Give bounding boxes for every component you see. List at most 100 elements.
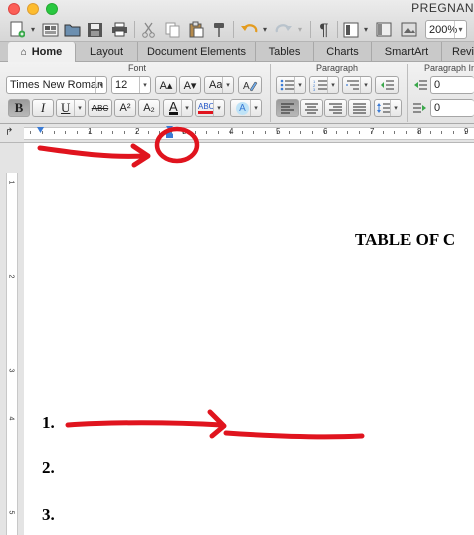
maximize-window-button[interactable] (46, 3, 58, 15)
highlight-chevron-icon: ▾ (213, 100, 224, 116)
line-spacing-button[interactable]: ▾ (374, 99, 402, 117)
ruler-tick (206, 131, 207, 134)
justify-icon (353, 103, 366, 113)
underline-button[interactable]: U ▾ (56, 99, 86, 117)
close-window-button[interactable] (8, 3, 20, 15)
font-color-icon: A (169, 99, 178, 115)
font-color-button[interactable]: A ▾ (163, 99, 193, 117)
tab-charts[interactable]: Charts (314, 42, 372, 62)
ribbon-panel: Font Paragraph Paragraph Inde Times New … (0, 62, 474, 124)
save-icon[interactable] (85, 19, 105, 40)
font-size-chevron-icon: ▾ (139, 77, 150, 93)
copy-icon[interactable] (162, 19, 182, 40)
show-formatting-pilcrow-icon[interactable]: ¶ (315, 19, 333, 40)
paragraph-group-label: Paragraph (316, 63, 359, 73)
tab-layout[interactable]: Layout (76, 42, 138, 62)
font-name-value: Times New Roman (10, 79, 104, 91)
window-toolbar: PREGNAN ▾ ▾ ▾ ¶ ▾ 200% ▾ (0, 0, 474, 42)
ruler-number: 3 (182, 127, 187, 136)
tab-document-elements[interactable]: Document Elements (138, 42, 256, 62)
zoom-dropdown-chevron-icon[interactable]: ▾ (454, 21, 466, 38)
tab-home-label: Home (31, 46, 63, 58)
shrink-font-button[interactable]: A▾ (179, 76, 201, 94)
list-number[interactable]: 2. (42, 458, 55, 478)
ruler-number: 1 (88, 127, 93, 136)
shrink-font-icon: A▾ (183, 79, 197, 92)
highlight-button[interactable]: ABC ▾ (195, 99, 225, 117)
numbering-button[interactable]: 123 ▾ (309, 76, 339, 94)
align-left-button[interactable] (276, 99, 299, 117)
toolbar-divider (233, 21, 234, 38)
align-center-button[interactable] (300, 99, 323, 117)
multilevel-list-button[interactable]: ▾ (342, 76, 372, 94)
text-effects-button[interactable]: A ▾ (230, 99, 262, 117)
undo-dropdown-chevron-icon[interactable]: ▾ (260, 19, 270, 40)
indent-left-field[interactable]: 0 (430, 76, 474, 94)
clear-formatting-button[interactable]: A (238, 76, 262, 94)
superscript-button[interactable]: A² (114, 99, 136, 117)
tab-home[interactable]: ⌂ Home (8, 42, 76, 62)
tab-review[interactable]: Revi (442, 42, 474, 62)
bullets-button[interactable]: ▾ (276, 76, 306, 94)
zoom-field[interactable]: 200% ▾ (425, 20, 467, 39)
font-group-label: Font (128, 63, 147, 73)
change-case-button[interactable]: Aa ▾ (204, 76, 234, 94)
paste-icon[interactable] (186, 19, 206, 40)
grow-font-button[interactable]: A▴ (155, 76, 177, 94)
indent-right-icon (412, 99, 428, 117)
view-dropdown-chevron-icon[interactable]: ▾ (361, 19, 371, 40)
ruler-tick (359, 131, 360, 134)
sidebar-toggle-icon[interactable] (374, 19, 394, 40)
redo-icon[interactable] (273, 19, 295, 40)
font-size-select[interactable]: 12 ▾ (111, 76, 151, 94)
cut-icon[interactable] (138, 19, 158, 40)
justify-button[interactable] (348, 99, 371, 117)
decrease-indent-icon (381, 80, 394, 90)
horizontal-ruler[interactable]: ↱ 1 2 3 4 5 6 7 8 9 (0, 124, 474, 143)
document-page[interactable]: TABLE OF C 1. 2. 3. (24, 143, 474, 535)
view-layout-icon[interactable] (341, 19, 361, 40)
decrease-indent-button[interactable] (375, 76, 399, 94)
subscript-button[interactable]: A₂ (138, 99, 160, 117)
open-folder-icon[interactable] (62, 19, 82, 40)
ruler-number: 7 (370, 127, 375, 136)
multilevel-chevron-icon: ▾ (360, 77, 371, 93)
bold-label: B (14, 100, 24, 115)
numbering-chevron-icon: ▾ (327, 77, 338, 93)
tab-tables[interactable]: Tables (256, 42, 314, 62)
document-heading[interactable]: TABLE OF C (355, 230, 455, 250)
media-browser-icon[interactable] (399, 19, 419, 40)
left-indent-marker[interactable] (165, 126, 174, 139)
minimize-window-button[interactable] (27, 3, 39, 15)
new-document-icon[interactable] (6, 19, 28, 40)
strikethrough-button[interactable]: ABC (88, 99, 112, 117)
bold-button[interactable]: B (8, 99, 30, 117)
ruler-tick (336, 131, 337, 134)
text-effects-icon: A (236, 101, 249, 115)
tab-smartart[interactable]: SmartArt (372, 42, 442, 62)
tab-selector-icon[interactable]: ↱ (5, 127, 13, 138)
ruler-tick (289, 131, 290, 134)
format-painter-icon[interactable] (209, 19, 229, 40)
print-icon[interactable] (108, 19, 130, 40)
toolbar-divider (310, 21, 311, 38)
list-number[interactable]: 1. (42, 413, 55, 433)
ruler-tick (441, 131, 442, 134)
font-name-select[interactable]: Times New Roman ▾ (6, 76, 107, 94)
new-dropdown-chevron-icon[interactable]: ▾ (28, 19, 38, 40)
svg-text:3: 3 (313, 87, 316, 91)
redo-dropdown-chevron-icon[interactable]: ▾ (295, 19, 305, 40)
indent-right-field[interactable]: 0 (430, 99, 474, 117)
ruler-number: 4 (229, 127, 234, 136)
ruler-tick (30, 131, 31, 134)
vertical-ruler-number: 5 (7, 510, 15, 515)
ribbon-tab-bar: ⌂ Home Layout Document Elements Tables C… (0, 42, 474, 62)
ruler-tick (300, 131, 301, 134)
italic-button[interactable]: I (32, 99, 54, 117)
templates-icon[interactable] (40, 19, 60, 40)
undo-icon[interactable] (238, 19, 260, 40)
tab-review-label: Revi (452, 46, 474, 58)
ruler-number: 8 (417, 127, 422, 136)
list-number[interactable]: 3. (42, 505, 55, 525)
align-right-button[interactable] (324, 99, 347, 117)
